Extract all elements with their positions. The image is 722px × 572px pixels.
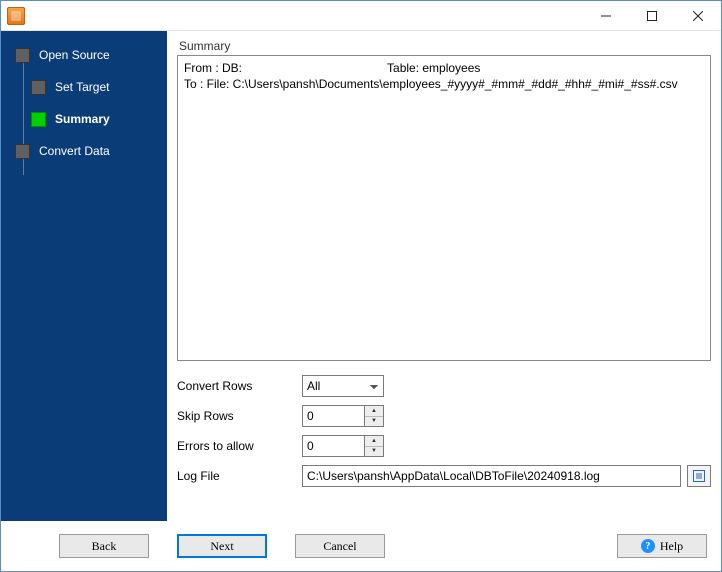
minimize-icon [601,11,611,21]
summary-textbox[interactable]: From : DB: Table: employees To : File: C:… [177,55,711,361]
wizard-footer: Back Next Cancel ? Help [1,521,721,571]
cancel-button[interactable]: Cancel [295,534,385,558]
spinner-buttons[interactable]: ▲ ▼ [364,405,384,427]
step-label: Open Source [39,48,110,62]
step-summary[interactable]: Summary [1,107,167,131]
browse-log-button[interactable] [687,465,711,487]
main-panel: Summary From : DB: Table: employees To : … [167,31,721,521]
convert-rows-label: Convert Rows [177,379,302,393]
minimize-button[interactable] [583,1,629,30]
spin-up-icon[interactable]: ▲ [365,436,383,447]
app-window: Open Source Set Target Summary Convert D… [0,0,722,572]
back-button[interactable]: Back [59,534,149,558]
help-icon: ? [641,539,655,553]
step-label: Summary [55,112,110,126]
options-form: Convert Rows All Skip Rows ▲ ▼ Errors to… [177,375,711,487]
log-file-label: Log File [177,469,302,483]
log-file-input[interactable] [302,465,681,487]
step-open-source[interactable]: Open Source [1,43,167,67]
summary-table-label: Table: employees [387,61,480,75]
convert-rows-select[interactable]: All [302,375,384,397]
errors-spinner[interactable]: ▲ ▼ [302,435,384,457]
step-label: Convert Data [39,144,110,158]
help-label: Help [660,539,683,554]
step-convert-data[interactable]: Convert Data [1,139,167,163]
close-button[interactable] [675,1,721,30]
skip-rows-spinner[interactable]: ▲ ▼ [302,405,384,427]
browse-icon [692,469,706,483]
help-button[interactable]: ? Help [617,534,707,558]
skip-rows-label: Skip Rows [177,409,302,423]
errors-input[interactable] [302,435,364,457]
spin-up-icon[interactable]: ▲ [365,406,383,417]
summary-from-label: From : DB: [184,61,242,75]
errors-label: Errors to allow [177,439,302,453]
step-box-icon [31,112,46,127]
step-box-icon [31,80,46,95]
app-icon [7,7,25,25]
wizard-sidebar: Open Source Set Target Summary Convert D… [1,31,167,521]
close-icon [693,11,703,21]
summary-to-line: To : File: C:\Users\pansh\Documents\empl… [184,77,678,91]
maximize-button[interactable] [629,1,675,30]
content-area: Open Source Set Target Summary Convert D… [1,31,721,521]
spin-down-icon[interactable]: ▼ [365,447,383,457]
spinner-buttons[interactable]: ▲ ▼ [364,435,384,457]
spin-down-icon[interactable]: ▼ [365,417,383,427]
titlebar [1,1,721,31]
step-label: Set Target [55,80,109,94]
summary-header: Summary [177,39,711,55]
step-box-icon [15,48,30,63]
window-controls [583,1,721,30]
maximize-icon [647,11,657,21]
step-box-icon [15,144,30,159]
step-set-target[interactable]: Set Target [1,75,167,99]
next-button[interactable]: Next [177,534,267,558]
skip-rows-input[interactable] [302,405,364,427]
